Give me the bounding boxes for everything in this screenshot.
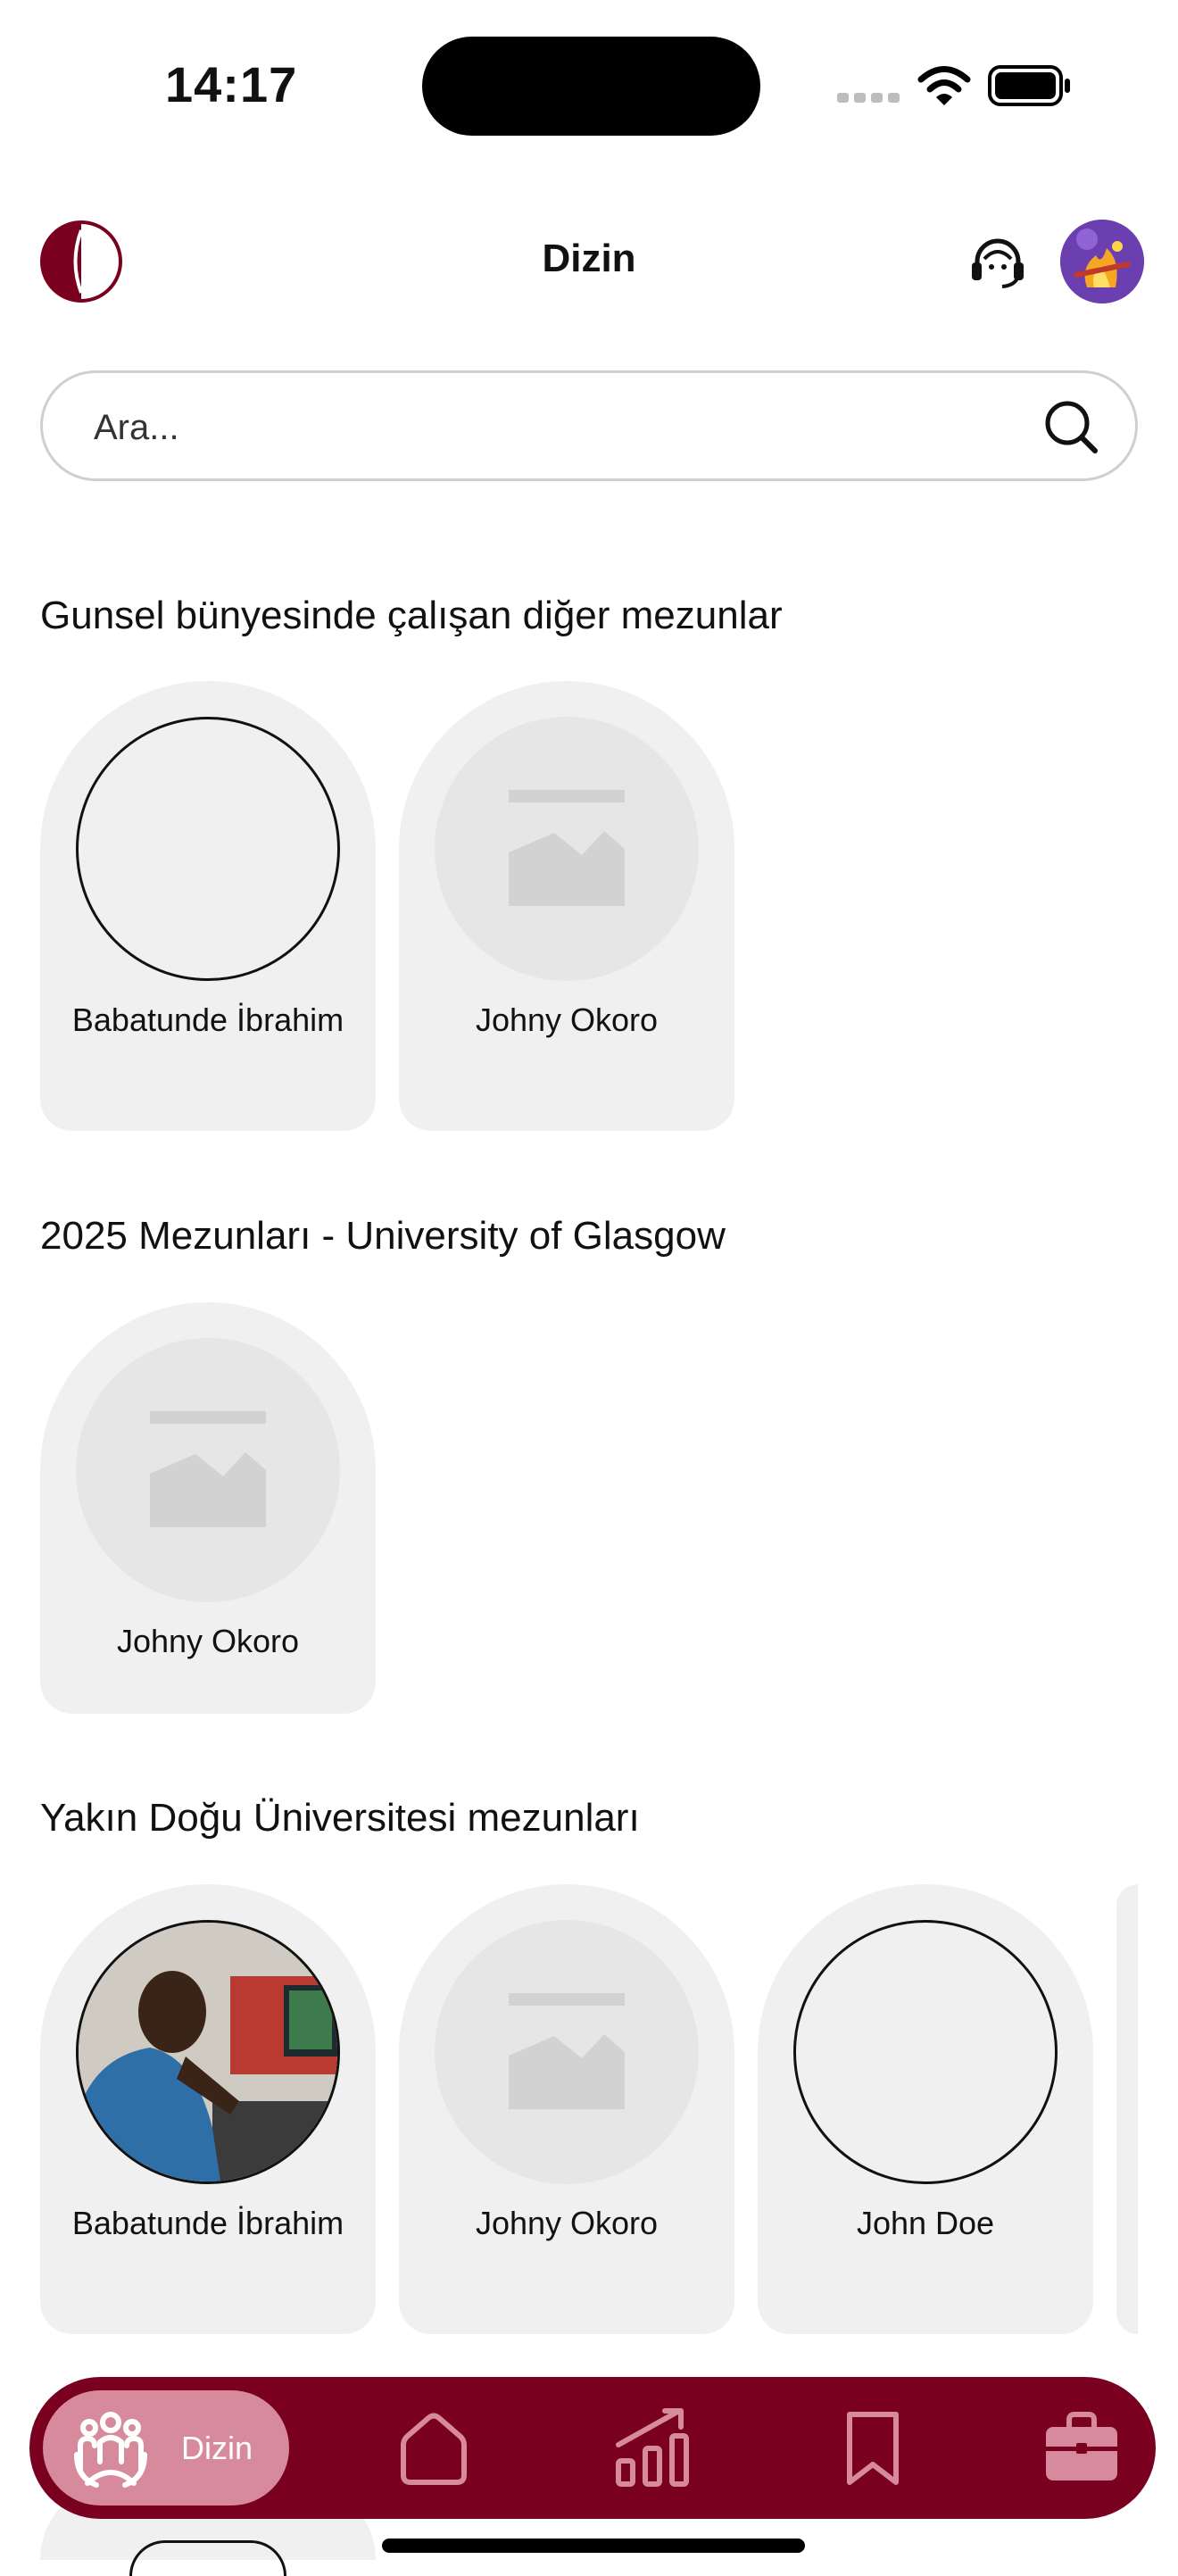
dynamic-island [422, 37, 760, 136]
support-headset-icon[interactable] [968, 232, 1027, 291]
section-title-glasgow: 2025 Mezunları - University of Glasgow [40, 1214, 726, 1258]
avatar [793, 1920, 1058, 2184]
person-name: Johny Okoro [475, 1001, 659, 1038]
home-indicator [382, 2539, 805, 2553]
person-name: Babatunde İbrahim [71, 2205, 344, 2241]
profile-avatar[interactable] [1060, 220, 1144, 303]
section-title-neu: Yakın Doğu Üniversitesi mezunları [40, 1796, 640, 1840]
person-name: John Doe [856, 2205, 995, 2241]
person-card[interactable]: Johny Okoro [399, 681, 734, 1131]
cellular-signal-icon [837, 93, 900, 103]
section-title-colleagues: Gunsel bünyesinde çalışan diğer mezunlar [40, 594, 783, 637]
status-time: 14:17 [165, 56, 298, 112]
bottom-nav: Dizin [29, 2377, 1156, 2519]
bookmark-icon[interactable] [837, 2406, 908, 2491]
person-card[interactable]: John Doe [758, 1884, 1093, 2334]
search-icon[interactable] [1042, 398, 1099, 455]
person-card[interactable]: Babatunde İbrahim [40, 681, 376, 1131]
image-placeholder-icon [150, 1411, 266, 1527]
nav-item-dizin[interactable]: Dizin [43, 2390, 289, 2505]
avatar [76, 1920, 340, 2184]
person-card[interactable]: Johny Okoro [40, 1302, 376, 1714]
battery-icon [988, 65, 1070, 106]
image-placeholder-icon [509, 1993, 625, 2109]
search-bar[interactable] [40, 370, 1138, 481]
wifi-icon [917, 66, 971, 105]
stats-icon[interactable] [610, 2406, 699, 2491]
person-name: Johny Okoro [475, 2205, 659, 2241]
avatar [76, 717, 340, 981]
avatar [435, 1920, 699, 2184]
avatar [76, 1338, 340, 1602]
image-placeholder-icon [509, 790, 625, 906]
search-input[interactable] [92, 398, 988, 457]
person-card[interactable]: Babatunde İbrahim [40, 1884, 376, 2334]
person-name: Johny Okoro [116, 1623, 300, 1659]
briefcase-icon[interactable] [1042, 2411, 1121, 2486]
nav-item-label: Dizin [181, 2430, 253, 2466]
person-card[interactable]: Johny Okoro [399, 1884, 734, 2334]
avatar [435, 717, 699, 981]
people-icon [74, 2412, 147, 2488]
person-card-partial[interactable] [1116, 1884, 1138, 2334]
home-icon[interactable] [391, 2406, 477, 2491]
person-name: Babatunde İbrahim [71, 1001, 344, 1038]
person-photo [79, 1923, 337, 2181]
